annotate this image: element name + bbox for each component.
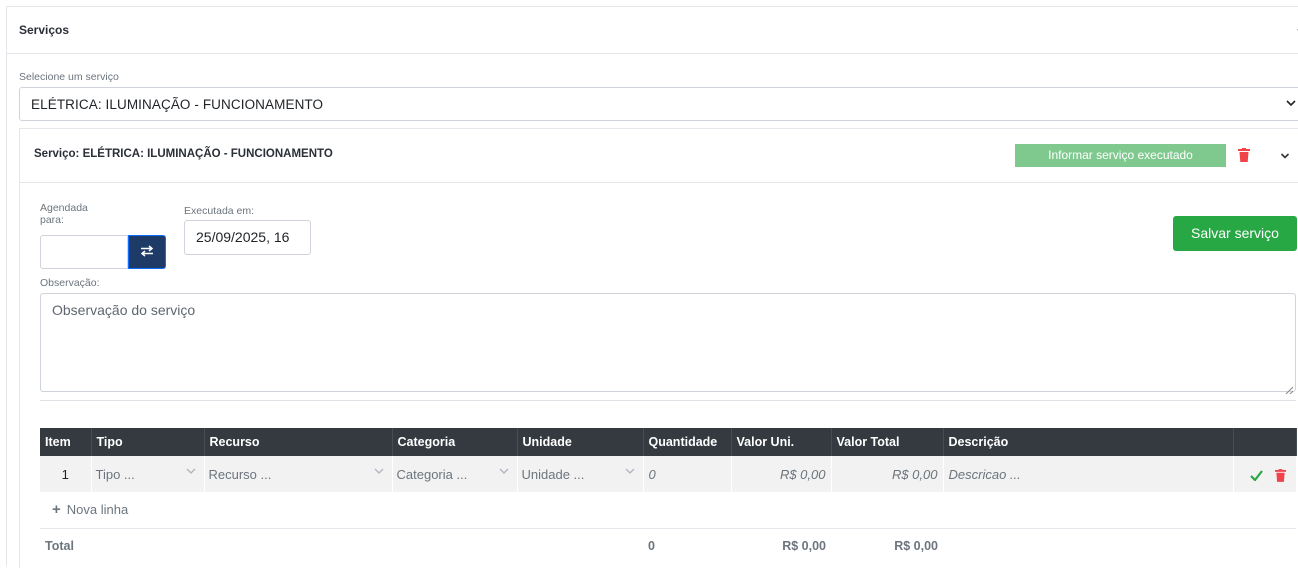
header-actions <box>1233 428 1297 456</box>
inform-executed-button[interactable]: Informar serviço executado <box>1015 144 1226 167</box>
service-card-header[interactable]: Serviço: ELÉTRICA: ILUMINAÇÃO - FUNCIONA… <box>20 129 1298 183</box>
recurso-select[interactable]: Recurso ... <box>204 456 393 492</box>
chevron-down-icon <box>1286 96 1296 113</box>
chevron-down-icon <box>499 466 509 478</box>
total-label: Total <box>40 527 643 564</box>
total-empty <box>943 527 1233 564</box>
trash-icon[interactable] <box>1238 148 1250 162</box>
items-table: Item Tipo Recurso Categoria Unidade Quan… <box>40 428 1297 564</box>
total-valor-total: R$ 0,00 <box>831 527 943 564</box>
trash-icon[interactable] <box>1274 467 1286 482</box>
valor-total-cell: R$ 0,00 <box>831 456 944 492</box>
valor-uni-input[interactable]: R$ 0,00 <box>731 456 832 492</box>
table-row: 1 Tipo ... Recurso ... Categoria ... Uni… <box>40 456 1297 492</box>
header-tipo: Tipo <box>91 428 205 456</box>
plus-icon: + <box>52 501 61 519</box>
descricao-input[interactable]: Descricao ... <box>943 456 1234 492</box>
chevron-down-icon <box>186 466 196 478</box>
add-line-label: Nova linha <box>66 502 129 518</box>
tipo-select[interactable]: Tipo ... <box>91 456 205 492</box>
header-quantidade: Quantidade <box>643 428 732 456</box>
header-unidade: Unidade <box>517 428 644 456</box>
scheduled-date-input[interactable] <box>40 235 128 269</box>
header-recurso: Recurso <box>204 428 393 456</box>
observation-placeholder: Observação do serviço <box>52 302 196 318</box>
services-panel-header[interactable]: Serviços ⌄ <box>7 7 1298 54</box>
unidade-select[interactable]: Unidade ... <box>517 456 644 492</box>
observation-label: Observação: <box>40 277 100 289</box>
scheduled-label-line1: Agendada <box>40 202 88 214</box>
header-valor-total: Valor Total <box>831 428 944 456</box>
header-descricao: Descrição <box>943 428 1234 456</box>
add-line-button[interactable]: + Nova linha <box>52 501 129 519</box>
total-quantidade: 0 <box>643 527 731 564</box>
chevron-down-icon[interactable] <box>1280 150 1290 165</box>
table-header-row: Item Tipo Recurso Categoria Unidade Quan… <box>40 428 1297 456</box>
categoria-select[interactable]: Categoria ... <box>392 456 518 492</box>
total-empty-actions <box>1233 527 1296 564</box>
executed-date-input[interactable]: 25/09/2025, 16 <box>184 220 311 255</box>
row-actions <box>1233 456 1297 492</box>
save-service-button[interactable]: Salvar serviço <box>1173 216 1297 251</box>
categoria-select-placeholder: Categoria ... <box>396 466 468 482</box>
add-line-row: + Nova linha <box>40 492 1296 528</box>
check-icon[interactable] <box>1249 466 1267 482</box>
total-row: Total 0 R$ 0,00 R$ 0,00 <box>40 527 1296 564</box>
swap-date-button[interactable] <box>128 235 166 269</box>
services-panel-title: Serviços <box>19 23 70 37</box>
swap-icon <box>140 244 154 260</box>
tipo-select-placeholder: Tipo ... <box>95 466 135 482</box>
services-panel: Serviços ⌄ Selecione um serviço ELÉTRICA… <box>6 6 1298 568</box>
service-select-label: Selecione um serviço <box>19 71 119 83</box>
recurso-select-placeholder: Recurso ... <box>208 466 272 482</box>
chevron-down-icon <box>374 466 384 478</box>
unidade-select-placeholder: Unidade ... <box>521 466 585 482</box>
header-valor-uni: Valor Uni. <box>731 428 832 456</box>
chevron-down-icon <box>625 466 635 478</box>
cell-item: 1 <box>40 456 92 492</box>
observation-textarea[interactable]: Observação do serviço <box>40 293 1296 395</box>
header-categoria: Categoria <box>392 428 518 456</box>
service-select-value: ELÉTRICA: ILUMINAÇÃO - FUNCIONAMENTO <box>31 97 324 112</box>
resize-grip-icon[interactable] <box>1285 381 1294 395</box>
divider <box>40 400 1296 401</box>
add-line-cell: + Nova linha <box>40 492 1296 528</box>
service-card-title: Serviço: ELÉTRICA: ILUMINAÇÃO - FUNCIONA… <box>34 148 333 160</box>
service-card: Serviço: ELÉTRICA: ILUMINAÇÃO - FUNCIONA… <box>19 128 1298 568</box>
header-item: Item <box>40 428 92 456</box>
scheduled-label-line2: para: <box>40 214 64 226</box>
service-select[interactable]: ELÉTRICA: ILUMINAÇÃO - FUNCIONAMENTO <box>19 87 1298 121</box>
quantidade-input[interactable]: 0 <box>643 456 732 492</box>
executed-label: Executada em: <box>184 205 255 217</box>
scheduled-label: Agendada para: <box>40 202 88 226</box>
total-valor-uni: R$ 0,00 <box>731 527 831 564</box>
